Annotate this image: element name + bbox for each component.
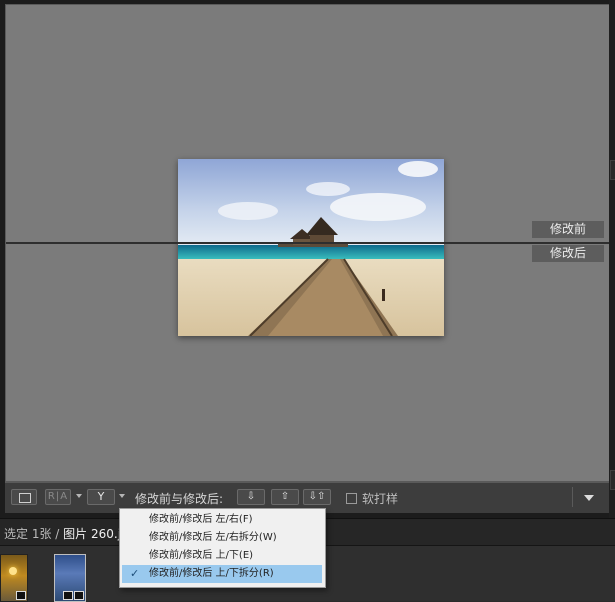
after-label: 修改后 xyxy=(532,245,604,262)
menu-item-label: 修改前/修改后 左/右拆分(W) xyxy=(149,532,277,543)
menu-item-left-right[interactable]: 修改前/修改后 左/右(F) xyxy=(122,511,322,529)
swap-before-after-button[interactable]: ⇩⇧ xyxy=(303,489,331,505)
before-after-label: 修改前与修改后: xyxy=(135,492,224,506)
menu-item-left-right-split[interactable]: 修改前/修改后 左/右拆分(W) xyxy=(122,529,322,547)
menu-item-top-bottom[interactable]: 修改前/修改后 上/下(E) xyxy=(122,547,322,565)
ra-compare-button[interactable]: R|A xyxy=(45,489,71,505)
selection-count: 选定 1张 / xyxy=(4,527,60,541)
panel-handle[interactable] xyxy=(610,160,615,180)
chevron-down-icon[interactable] xyxy=(76,494,82,498)
panel-handle[interactable] xyxy=(610,470,615,490)
split-divider[interactable] xyxy=(6,242,609,244)
filmstrip-thumbnail[interactable] xyxy=(0,554,28,602)
file-label: 图片 xyxy=(63,527,88,541)
edit-badge-icon xyxy=(74,591,84,600)
menu-item-label: 修改前/修改后 左/右(F) xyxy=(149,514,253,525)
toolbar-options-dropdown[interactable] xyxy=(572,487,605,507)
before-after-button[interactable]: Y xyxy=(87,489,115,505)
sun-icon xyxy=(9,567,17,575)
before-after-menu: 修改前/修改后 左/右(F) 修改前/修改后 左/右拆分(W) 修改前/修改后 … xyxy=(119,508,326,588)
chevron-down-icon[interactable] xyxy=(119,494,125,498)
beach-photo xyxy=(178,159,444,336)
edit-badge-icon xyxy=(16,591,26,600)
filmstrip-thumbnail-selected[interactable] xyxy=(54,554,86,602)
selection-status: 选定 1张 / 图片 260.jpg xyxy=(4,525,136,542)
before-label: 修改前 xyxy=(532,221,604,238)
soft-proof-label: 软打样 xyxy=(362,492,399,506)
menu-item-top-bottom-split[interactable]: ✓ 修改前/修改后 上/下拆分(R) xyxy=(122,565,322,583)
soft-proof-checkbox[interactable] xyxy=(346,493,357,504)
loupe-view-button[interactable] xyxy=(11,489,37,505)
crop-badge-icon xyxy=(63,591,73,600)
check-icon: ✓ xyxy=(130,567,140,580)
menu-item-label: 修改前/修改后 上/下拆分(R) xyxy=(149,568,274,579)
menu-item-label: 修改前/修改后 上/下(E) xyxy=(149,550,254,561)
right-panel-edge xyxy=(609,0,615,600)
photo-preview[interactable] xyxy=(178,159,444,336)
preview-canvas[interactable]: 修改前 修改后 xyxy=(5,4,610,482)
copy-before-to-after-button[interactable]: ⇧ xyxy=(271,489,299,505)
copy-after-to-before-button[interactable]: ⇩ xyxy=(237,489,265,505)
lightroom-window: 修改前 修改后 R|A Y 修改前与修改后: ⇩ ⇧ ⇩⇧ 软打样 选定 1张 … xyxy=(0,0,615,602)
